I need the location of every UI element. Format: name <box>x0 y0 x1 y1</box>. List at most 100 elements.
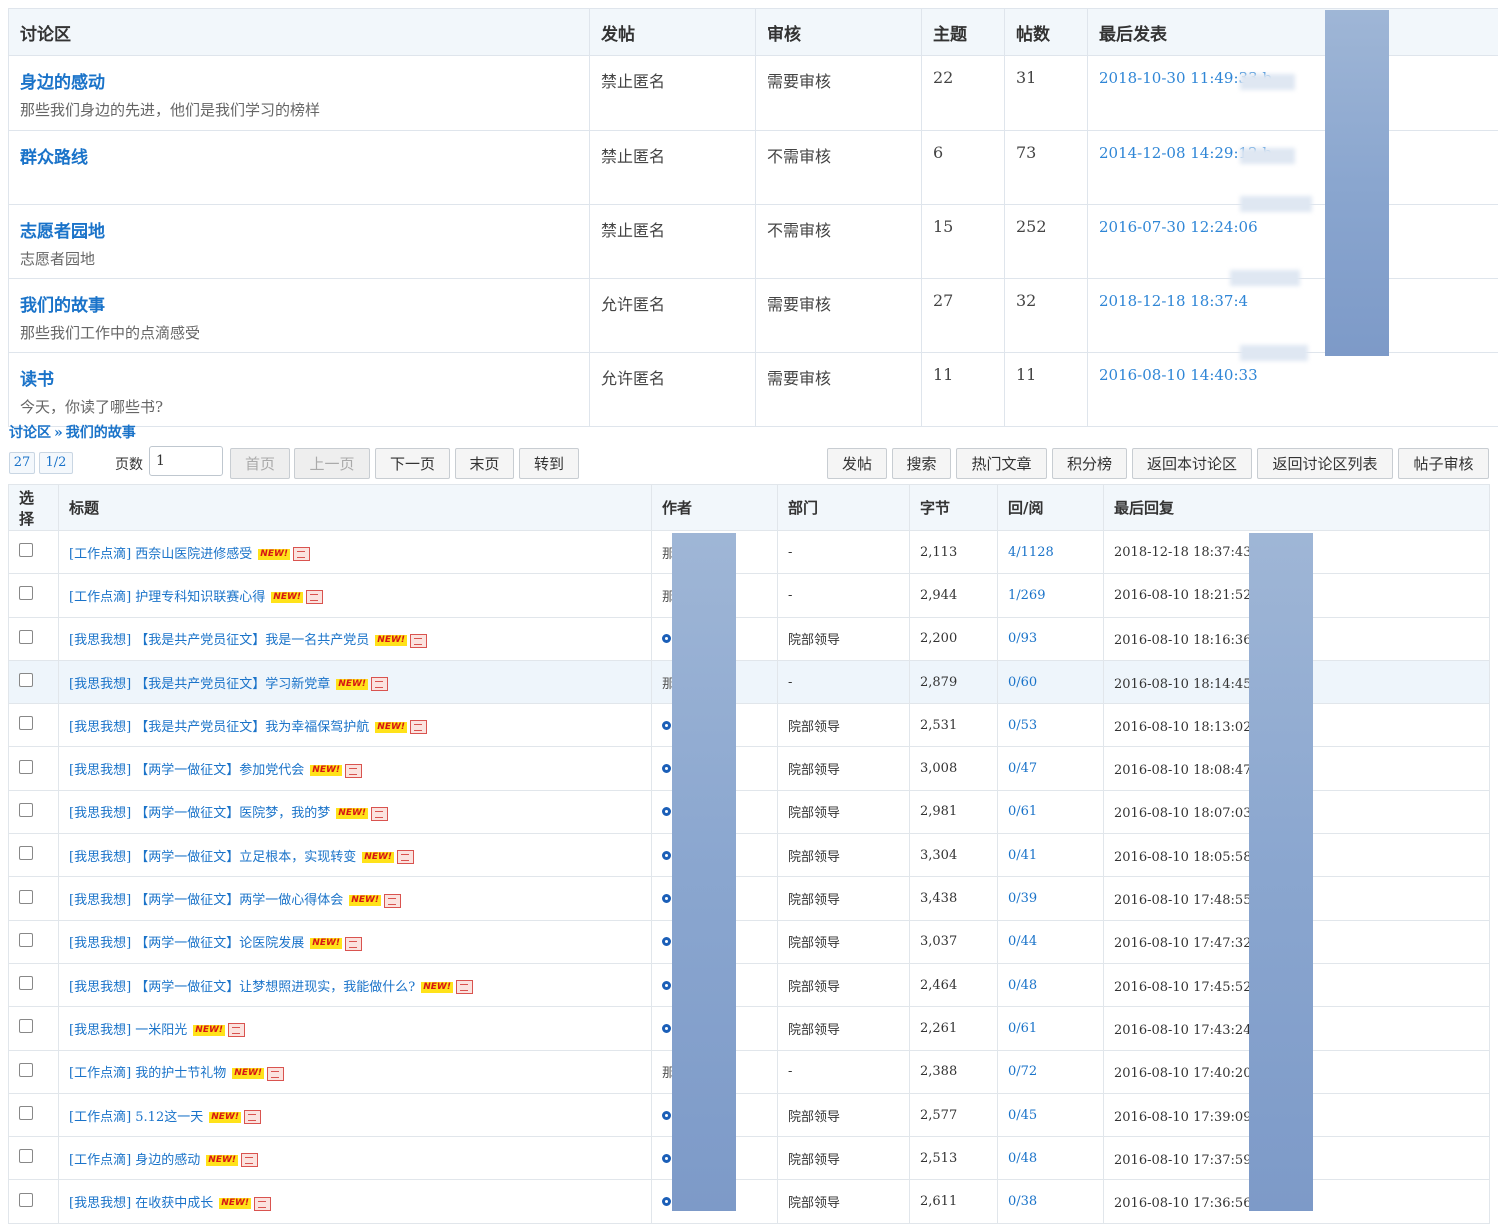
goto-page-button[interactable]: 转到 <box>519 448 579 479</box>
post-select-checkbox[interactable] <box>19 846 33 860</box>
post-title-link[interactable]: [工作点滴] 我的护士节礼物 <box>69 1066 226 1081</box>
post-bytes: 2,513 <box>910 1137 998 1180</box>
post-title-link[interactable]: [我思我想] 【两学一做征文】立足根本，实现转变 <box>69 850 356 865</box>
post-department: 院部领导 <box>778 834 910 877</box>
next-page-button[interactable]: 下一页 <box>375 448 450 479</box>
post-title-link[interactable]: [工作点滴] 5.12这一天 <box>69 1110 203 1125</box>
post-title-link[interactable]: [我思我想] 【两学一做征文】两学一做心得体会 <box>69 893 343 908</box>
post-title-link[interactable]: [我思我想] 【两学一做征文】参加党代会 <box>69 763 304 778</box>
post-select-checkbox[interactable] <box>19 760 33 774</box>
back-to-board-list-button[interactable]: 返回讨论区列表 <box>1257 448 1393 479</box>
post-select-cell <box>9 574 59 617</box>
post-select-checkbox[interactable] <box>19 673 33 687</box>
post-select-checkbox[interactable] <box>19 1019 33 1033</box>
post-bytes: 2,464 <box>910 963 998 1006</box>
post-select-checkbox[interactable] <box>19 543 33 557</box>
post-select-checkbox[interactable] <box>19 976 33 990</box>
post-title-cell: [我思我想] 【两学一做征文】医院梦，我的梦NEW! <box>59 790 652 833</box>
search-button[interactable]: 搜索 <box>892 448 951 479</box>
post-select-cell <box>9 877 59 920</box>
hot-articles-button[interactable]: 热门文章 <box>956 448 1047 479</box>
post-replies-views-link[interactable]: 0/44 <box>1008 934 1037 949</box>
post-replies-views-link[interactable]: 1/269 <box>1008 588 1045 603</box>
new-badge-icon: NEW! <box>421 982 453 993</box>
leaderboard-button[interactable]: 积分榜 <box>1052 448 1127 479</box>
post-replies-views-link[interactable]: 0/41 <box>1008 848 1037 863</box>
post-select-checkbox[interactable] <box>19 586 33 600</box>
breadcrumb-root-link[interactable]: 讨论区 <box>9 425 51 441</box>
user-avatar-icon <box>662 851 671 860</box>
page-number-input[interactable] <box>149 446 223 476</box>
post-replies-views-link[interactable]: 0/48 <box>1008 1151 1037 1166</box>
post-select-cell <box>9 834 59 877</box>
back-to-board-button[interactable]: 返回本讨论区 <box>1132 448 1252 479</box>
post-replies-views-link[interactable]: 0/38 <box>1008 1194 1037 1209</box>
post-title-link[interactable]: [工作点滴] 护理专科知识联赛心得 <box>69 590 265 605</box>
post-replies-views-link[interactable]: 0/45 <box>1008 1108 1037 1123</box>
post-replies-views-link[interactable]: 0/39 <box>1008 891 1037 906</box>
post-select-checkbox[interactable] <box>19 1063 33 1077</box>
post-select-checkbox[interactable] <box>19 1193 33 1207</box>
forum-review-policy: 需要审核 <box>756 353 922 427</box>
col-replies-views: 回/阅 <box>998 485 1104 531</box>
forum-name-link[interactable]: 我们的故事 <box>20 291 578 316</box>
post-title-link[interactable]: [我思我想] 【我是共产党员征文】我为幸福保驾护航 <box>69 720 369 735</box>
forum-name-link[interactable]: 读书 <box>20 365 578 390</box>
post-select-checkbox[interactable] <box>19 803 33 817</box>
new-post-button[interactable]: 发帖 <box>827 448 887 479</box>
post-title-link[interactable]: [我思我想] 【两学一做征文】医院梦，我的梦 <box>69 806 330 821</box>
post-select-checkbox[interactable] <box>19 890 33 904</box>
post-title-link[interactable]: [工作点滴] 身边的感动 <box>69 1153 200 1168</box>
post-title-link[interactable]: [我思我想] 一米阳光 <box>69 1023 187 1038</box>
post-replies-views-link[interactable]: 0/72 <box>1008 1064 1037 1079</box>
post-replies-views-link[interactable]: 0/61 <box>1008 1021 1037 1036</box>
forum-last-post-link[interactable]: 2016-07-30 12:24:06 <box>1099 218 1258 236</box>
post-review-button[interactable]: 帖子审核 <box>1398 448 1489 479</box>
post-title-link[interactable]: [我思我想] 【两学一做征文】让梦想照进现实，我能做什么? <box>69 980 415 995</box>
post-title-link[interactable]: [我思我想] 在收获中成长 <box>69 1196 213 1211</box>
forum-name-link[interactable]: 群众路线 <box>20 143 578 168</box>
forum-last-post-link[interactable]: 2016-08-10 14:40:33 <box>1099 366 1258 384</box>
prev-page-button[interactable]: 上一页 <box>294 448 370 479</box>
post-department: 院部领导 <box>778 617 910 660</box>
post-replies-views-cell: 0/93 <box>998 617 1104 660</box>
post-replies-views-link[interactable]: 0/48 <box>1008 978 1037 993</box>
user-avatar-icon <box>662 764 671 773</box>
post-bytes: 3,008 <box>910 747 998 790</box>
post-replies-views-link[interactable]: 0/60 <box>1008 675 1037 690</box>
forum-last-post-link[interactable]: 2018-12-18 18:37:4 <box>1099 292 1248 310</box>
post-title-link[interactable]: [我思我想] 【我是共产党员征文】学习新党章 <box>69 677 330 692</box>
post-replies-views-link[interactable]: 0/47 <box>1008 761 1037 776</box>
forum-post-policy: 禁止匿名 <box>590 56 756 131</box>
col-post-policy: 发帖 <box>590 9 756 56</box>
post-replies-views-link[interactable]: 0/61 <box>1008 804 1037 819</box>
forum-name-link[interactable]: 身边的感动 <box>20 68 578 93</box>
post-title-link[interactable]: [我思我想] 【我是共产党员征文】我是一名共产党员 <box>69 633 369 648</box>
forum-name-link[interactable]: 志愿者园地 <box>20 217 578 242</box>
redaction-smudge <box>1240 148 1295 164</box>
post-replies-views-link[interactable]: 4/1128 <box>1008 545 1054 560</box>
forum-post-count: 32 <box>1005 279 1088 353</box>
post-department: 院部领导 <box>778 790 910 833</box>
forum-post-policy: 禁止匿名 <box>590 131 756 205</box>
post-title-link[interactable]: [工作点滴] 西奈山医院进修感受 <box>69 547 252 562</box>
post-select-checkbox[interactable] <box>19 933 33 947</box>
post-replies-views-cell: 0/38 <box>998 1180 1104 1223</box>
post-select-checkbox[interactable] <box>19 716 33 730</box>
post-title-link[interactable]: [我思我想] 【两学一做征文】论医院发展 <box>69 936 304 951</box>
post-replies-views-link[interactable]: 0/53 <box>1008 718 1037 733</box>
last-page-button[interactable]: 末页 <box>455 448 514 479</box>
post-select-checkbox[interactable] <box>19 1149 33 1163</box>
image-attachment-icon <box>293 547 310 561</box>
breadcrumb-current-link[interactable]: 我们的故事 <box>66 425 136 441</box>
forum-topic-count: 11 <box>922 353 1005 427</box>
post-select-checkbox[interactable] <box>19 630 33 644</box>
post-select-checkbox[interactable] <box>19 1106 33 1120</box>
post-bytes: 2,388 <box>910 1050 998 1093</box>
first-page-button[interactable]: 首页 <box>230 448 290 479</box>
forum-last-post-cell: 2016-08-10 14:40:33 <box>1088 353 1498 427</box>
post-replies-views-link[interactable]: 0/93 <box>1008 631 1037 646</box>
new-badge-icon: NEW! <box>219 1198 251 1209</box>
forum-description: 今天，你读了哪些书? <box>20 396 578 417</box>
post-replies-views-cell: 0/61 <box>998 790 1104 833</box>
